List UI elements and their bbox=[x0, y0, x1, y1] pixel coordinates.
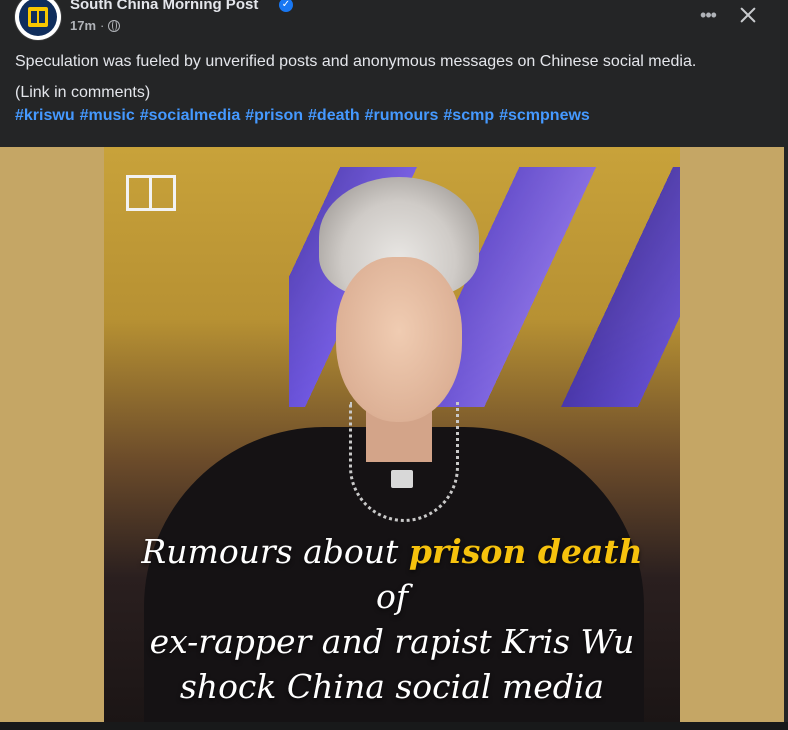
more-icon: ••• bbox=[700, 4, 717, 25]
scmp-logo-icon bbox=[19, 0, 57, 36]
hashtag-link[interactable]: #kriswu bbox=[15, 107, 75, 124]
timestamp[interactable]: 17m bbox=[70, 18, 96, 33]
hashtag-link[interactable]: #prison bbox=[245, 107, 303, 124]
necklace bbox=[349, 402, 459, 522]
headline-part: Rumours about bbox=[141, 532, 409, 571]
globe-icon bbox=[108, 19, 121, 32]
footer-strip bbox=[0, 722, 788, 730]
scmp-watermark-icon bbox=[126, 175, 176, 211]
post-header: South China Morning Post ✓ 17m · ••• bbox=[0, 0, 788, 42]
headline-line: ex-rapper and rapist Kris Wu bbox=[149, 622, 635, 661]
person-face bbox=[336, 257, 462, 422]
page-name[interactable]: South China Morning Post bbox=[70, 0, 258, 13]
avatar[interactable] bbox=[15, 0, 61, 40]
close-button[interactable] bbox=[735, 2, 761, 28]
headline-line: shock China social media bbox=[179, 667, 605, 706]
post-image[interactable]: Rumours about prison death of ex-rapper … bbox=[104, 147, 680, 722]
post-text-line: Speculation was fueled by unverified pos… bbox=[15, 53, 697, 70]
hashtag-link[interactable]: #rumours bbox=[365, 107, 439, 124]
hashtag-link[interactable]: #socialmedia bbox=[140, 107, 241, 124]
image-headline: Rumours about prison death of ex-rapper … bbox=[124, 529, 660, 709]
post-text-line: (Link in comments) bbox=[15, 84, 151, 101]
headline-highlight: prison death bbox=[408, 532, 643, 571]
hashtag-link[interactable]: #death bbox=[308, 107, 360, 124]
post-meta: 17m · bbox=[70, 18, 121, 33]
post-text: Speculation was fueled by unverified pos… bbox=[15, 46, 775, 108]
meta-separator: · bbox=[100, 18, 105, 33]
verified-badge-icon: ✓ bbox=[279, 0, 293, 12]
hashtag-link[interactable]: #scmpnews bbox=[499, 107, 590, 124]
necklace-pendant bbox=[391, 470, 413, 488]
headline-part: of bbox=[375, 577, 409, 616]
more-options-button[interactable]: ••• bbox=[693, 4, 723, 26]
post-media[interactable]: Rumours about prison death of ex-rapper … bbox=[0, 147, 784, 722]
hashtag-link[interactable]: #scmp bbox=[443, 107, 494, 124]
hashtag-list: #kriswu #music #socialmedia #prison #death #r… bbox=[15, 107, 775, 125]
hashtag-link[interactable]: #music bbox=[80, 107, 135, 124]
